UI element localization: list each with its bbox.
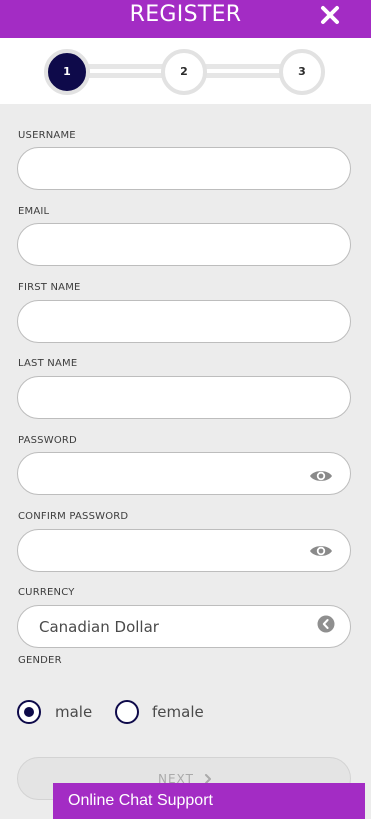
close-icon[interactable] <box>319 4 341 26</box>
gender-label: GENDER <box>18 655 62 666</box>
email-label: EMAIL <box>18 206 50 217</box>
username-input[interactable] <box>17 147 351 190</box>
eye-icon[interactable] <box>309 543 333 559</box>
password-label: PASSWORD <box>18 435 77 446</box>
step-1[interactable]: 1 <box>44 49 90 95</box>
password-input[interactable] <box>17 452 351 495</box>
confirm-password-input[interactable] <box>17 529 351 572</box>
page-title: REGISTER <box>129 2 242 27</box>
gender-male-label[interactable]: male <box>55 703 92 721</box>
username-label: USERNAME <box>18 130 76 141</box>
eye-icon[interactable] <box>309 468 333 484</box>
chevron-left-circle-icon[interactable] <box>317 615 335 633</box>
step-2[interactable]: 2 <box>161 49 207 95</box>
register-header: REGISTER <box>0 0 371 38</box>
currency-label: CURRENCY <box>18 587 75 598</box>
step-3[interactable]: 3 <box>279 49 325 95</box>
radio-selected-dot <box>24 707 34 717</box>
email-input[interactable] <box>17 223 351 266</box>
chat-label: Online Chat Support <box>68 792 213 809</box>
last-name-input[interactable] <box>17 376 351 419</box>
last-name-label: LAST NAME <box>18 358 78 369</box>
gender-female-radio[interactable] <box>115 700 139 724</box>
gender-female-label[interactable]: female <box>152 703 204 721</box>
online-chat-support-button[interactable]: Online Chat Support <box>53 783 365 819</box>
first-name-label: FIRST NAME <box>18 282 81 293</box>
gender-male-radio[interactable] <box>17 700 41 724</box>
confirm-password-label: CONFIRM PASSWORD <box>18 511 129 522</box>
first-name-input[interactable] <box>17 300 351 343</box>
currency-selected-value: Canadian Dollar <box>39 618 159 636</box>
registration-stepper: 1 2 3 <box>0 38 371 104</box>
